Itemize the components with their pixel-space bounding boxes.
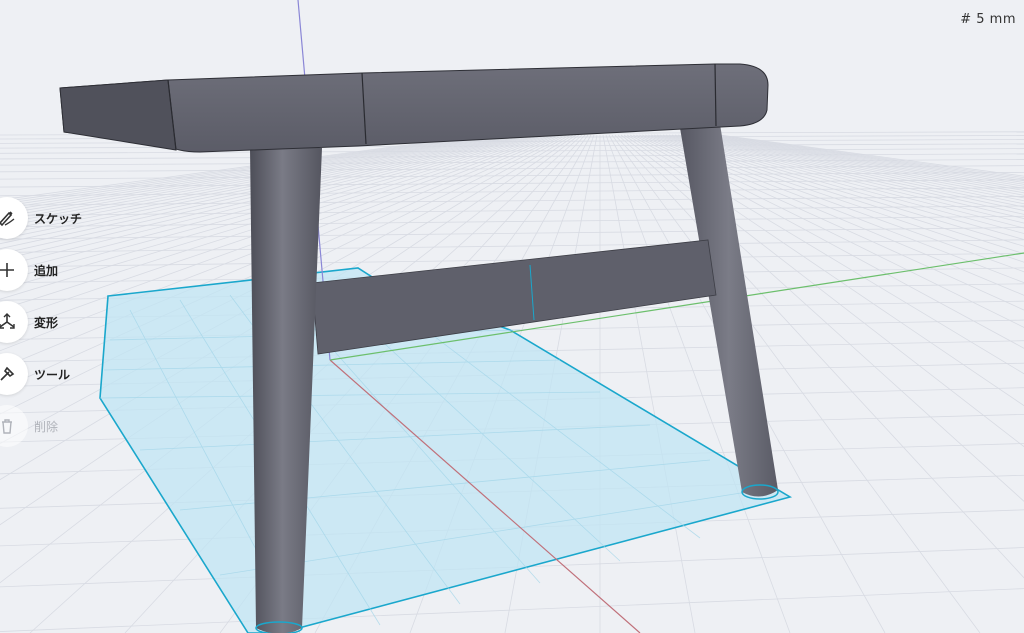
delete-tool[interactable]: 削除 — [0, 403, 110, 449]
sketch-tool-label: スケッチ — [34, 211, 83, 226]
plus-icon — [0, 249, 28, 291]
transform-icon — [0, 301, 28, 343]
sketch-tool[interactable]: スケッチ — [0, 195, 110, 241]
trash-icon — [0, 405, 28, 447]
add-tool[interactable]: 追加 — [0, 247, 110, 293]
add-tool-label: 追加 — [34, 263, 59, 278]
tools-tool[interactable]: ツール — [0, 351, 110, 397]
sketch-icon — [0, 197, 28, 239]
grid-size-label: # 5 mm — [960, 12, 1016, 27]
tools-tool-label: ツール — [34, 367, 71, 382]
transform-tool[interactable]: 変形 — [0, 299, 110, 345]
transform-tool-label: 変形 — [34, 315, 59, 330]
delete-tool-label: 削除 — [34, 419, 59, 434]
tool-icon — [0, 353, 28, 395]
3d-viewport[interactable] — [0, 0, 1024, 633]
